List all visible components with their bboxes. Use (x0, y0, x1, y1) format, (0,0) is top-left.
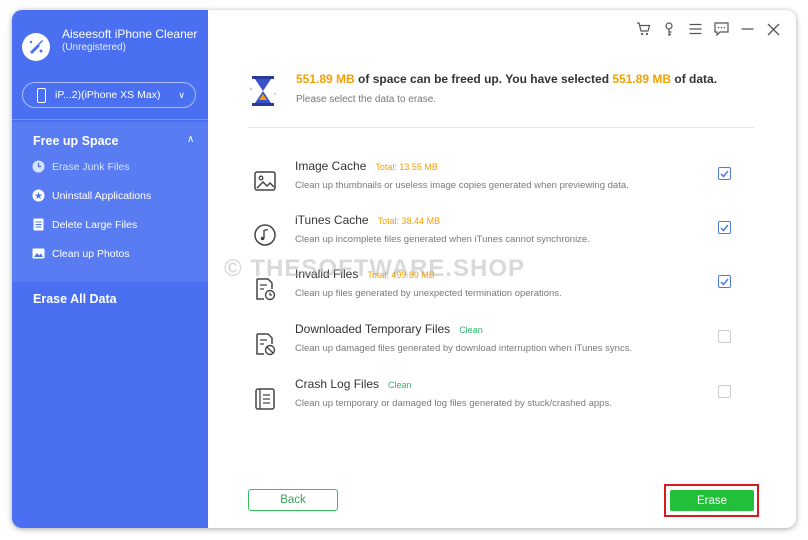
item-badge: Clean (388, 380, 412, 390)
item-badge: Clean (459, 325, 483, 335)
check-icon (720, 224, 729, 232)
section-free-up-space[interactable]: Free up Space (33, 134, 118, 148)
itunes-cache-checkbox[interactable] (718, 221, 731, 234)
downloaded-temporary-files-checkbox[interactable] (718, 330, 731, 343)
sidebar-item-label: Delete Large Files (52, 218, 138, 231)
list-item-crash-log-files: Crash Log Files Clean Clean up temporary … (248, 376, 754, 426)
clock-icon (32, 160, 45, 173)
key-icon[interactable] (660, 20, 678, 38)
watermark: © THESOFTWARE.SHOP (224, 255, 526, 282)
brand: Aiseesoft iPhone Cleaner (Unregistered) (22, 27, 197, 61)
invalid-files-checkbox[interactable] (718, 275, 731, 288)
chevron-up-icon[interactable]: ∧ (187, 134, 194, 145)
log-file-icon (255, 388, 275, 410)
sidebar-item-uninstall-applications[interactable]: Uninstall Applications (32, 189, 151, 202)
app-name: Aiseesoft iPhone Cleaner (62, 27, 198, 41)
feedback-icon[interactable] (712, 20, 730, 38)
sidebar-divider (12, 119, 208, 120)
content-divider (248, 127, 754, 128)
summary-hint: Please select the data to erase. (296, 94, 437, 105)
minimize-icon[interactable] (738, 20, 756, 38)
summary-text-2: of data. (671, 72, 718, 86)
sidebar-item-label: Erase Junk Files (52, 160, 130, 173)
check-icon (720, 278, 729, 286)
freeable-amount: 551.89 MB (296, 72, 355, 86)
selected-amount: 551.89 MB (612, 72, 672, 86)
image-cache-checkbox[interactable] (718, 167, 731, 180)
item-description: Clean up files generated by unexpected t… (295, 288, 562, 299)
item-title: Crash Log Files Clean (295, 377, 412, 391)
sidebar-item-delete-large-files[interactable]: Delete Large Files (32, 218, 137, 231)
back-button[interactable]: Back (248, 489, 338, 511)
app-window: Aiseesoft iPhone Cleaner (Unregistered) … (12, 10, 796, 528)
hourglass-icon (249, 76, 276, 106)
sidebar-item-clean-up-photos[interactable]: Clean up Photos (32, 247, 130, 260)
temp-file-icon (256, 333, 276, 356)
sidebar-item-label: Uninstall Applications (52, 189, 152, 202)
title-toolbar (634, 20, 782, 38)
file-icon (32, 218, 45, 231)
sidebar: Aiseesoft iPhone Cleaner (Unregistered) … (12, 10, 208, 528)
sidebar-item-erase-all-data[interactable]: Erase All Data (33, 292, 117, 306)
item-title: Downloaded Temporary Files Clean (295, 322, 483, 336)
music-icon (254, 224, 276, 246)
summary-text-1: of space can be freed up. You have selec… (354, 72, 613, 86)
star-icon (32, 189, 45, 202)
chevron-down-icon: ∨ (178, 89, 185, 100)
summary-headline: 551.89 MB of space can be freed up. You … (296, 72, 717, 86)
registration-status: (Unregistered) (62, 42, 126, 53)
item-description: Clean up thumbnails or useless image cop… (295, 180, 629, 191)
item-badge: Total: 38.44 MB (377, 216, 441, 226)
item-description: Clean up temporary or damaged log files … (295, 398, 612, 409)
cart-icon[interactable] (634, 20, 652, 38)
list-item-image-cache: Image Cache Total: 13.55 MB Clean up thum… (248, 158, 754, 208)
item-description: Clean up incomplete files generated when… (295, 234, 590, 245)
item-description: Clean up damaged files generated by down… (295, 343, 633, 354)
crash-log-files-checkbox[interactable] (718, 385, 731, 398)
list-item-downloaded-temporary-files: Downloaded Temporary Files Clean Clean up… (248, 321, 754, 371)
close-icon[interactable] (764, 20, 782, 38)
device-label: iP...2)(iPhone XS Max) (55, 89, 161, 101)
menu-icon[interactable] (686, 20, 704, 38)
erase-button[interactable]: Erase (670, 490, 754, 511)
phone-icon (37, 87, 46, 103)
sidebar-item-erase-junk-files[interactable]: Erase Junk Files (32, 160, 130, 173)
photo-icon (32, 247, 45, 260)
item-title: Image Cache Total: 13.55 MB (295, 159, 438, 173)
item-badge: Total: 13.55 MB (375, 162, 438, 172)
item-title: iTunes Cache Total: 38.44 MB (295, 213, 441, 227)
device-selector[interactable]: iP...2)(iPhone XS Max) ∨ (22, 82, 196, 108)
broom-logo-icon (22, 33, 50, 61)
sidebar-item-label: Clean up Photos (52, 247, 130, 260)
check-icon (720, 170, 729, 178)
image-icon (254, 171, 276, 191)
